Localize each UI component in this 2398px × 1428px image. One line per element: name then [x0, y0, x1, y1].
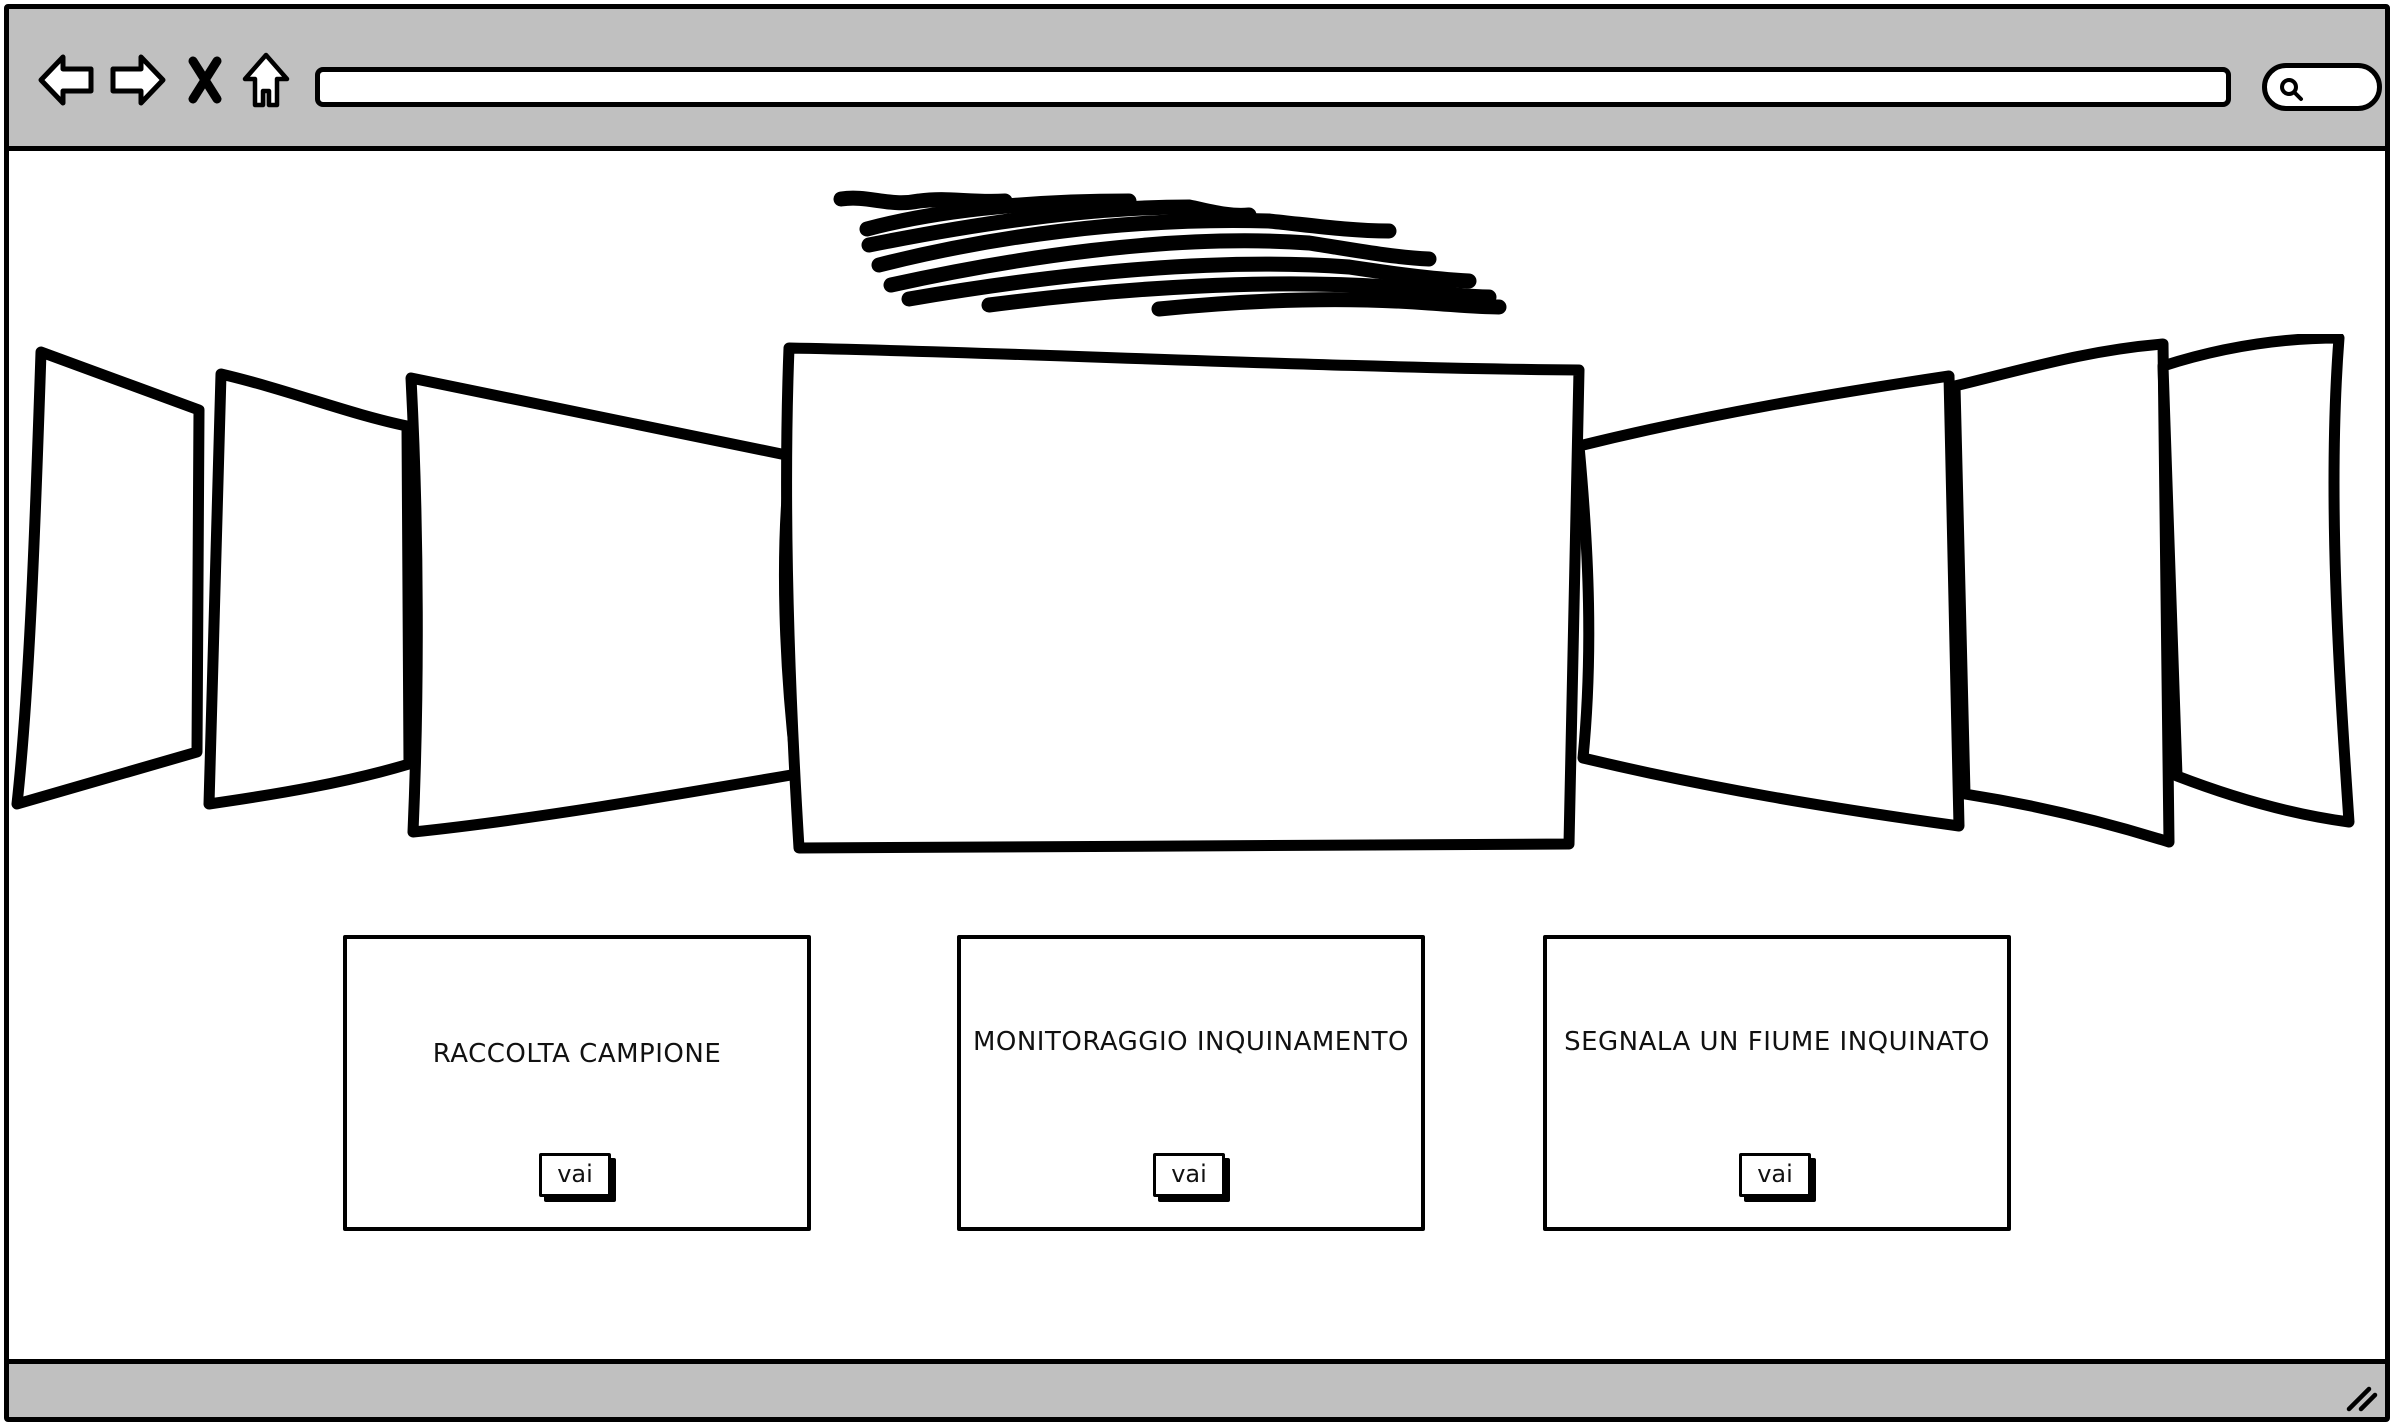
vai-button[interactable]: vai: [1153, 1153, 1225, 1197]
card-raccolta-campione: RACCOLTA CAMPIONE vai: [343, 935, 811, 1231]
close-icon[interactable]: [185, 49, 225, 111]
carousel-slide: [1573, 370, 1965, 832]
search-icon: [2280, 78, 2303, 101]
status-bar: [9, 1359, 2385, 1417]
carousel-slide: [1949, 338, 2175, 848]
carousel-slide: [203, 368, 415, 810]
carousel-slide: [405, 372, 803, 838]
card-segnala-fiume: SEGNALA UN FIUME INQUINATO vai: [1543, 935, 2011, 1231]
carousel-slide: [11, 346, 205, 810]
search-box[interactable]: [2262, 63, 2382, 111]
carousel-slide: [2157, 334, 2355, 828]
vai-button[interactable]: vai: [1739, 1153, 1811, 1197]
card-title: RACCOLTA CAMPIONE: [432, 1039, 722, 1069]
forward-arrow-icon[interactable]: [107, 49, 167, 111]
carousel-slide-active: [781, 342, 1585, 854]
logo: [833, 190, 1507, 317]
home-icon[interactable]: [241, 49, 291, 111]
card-title: MONITORAGGIO INQUINAMENTO: [972, 1027, 1410, 1057]
card-monitoraggio-inquinamento: MONITORAGGIO INQUINAMENTO vai: [957, 935, 1425, 1231]
card-title: SEGNALA UN FIUME INQUINATO: [1564, 1027, 1990, 1057]
browser-window: RACCOLTA CAMPIONE vai MONITORAGGIO INQUI…: [4, 4, 2390, 1422]
resize-grip-icon[interactable]: [2343, 1381, 2379, 1413]
image-carousel[interactable]: [9, 334, 2390, 864]
browser-toolbar: [9, 9, 2385, 151]
back-arrow-icon[interactable]: [37, 49, 97, 111]
vai-button[interactable]: vai: [539, 1153, 611, 1197]
address-bar[interactable]: [315, 67, 2231, 107]
